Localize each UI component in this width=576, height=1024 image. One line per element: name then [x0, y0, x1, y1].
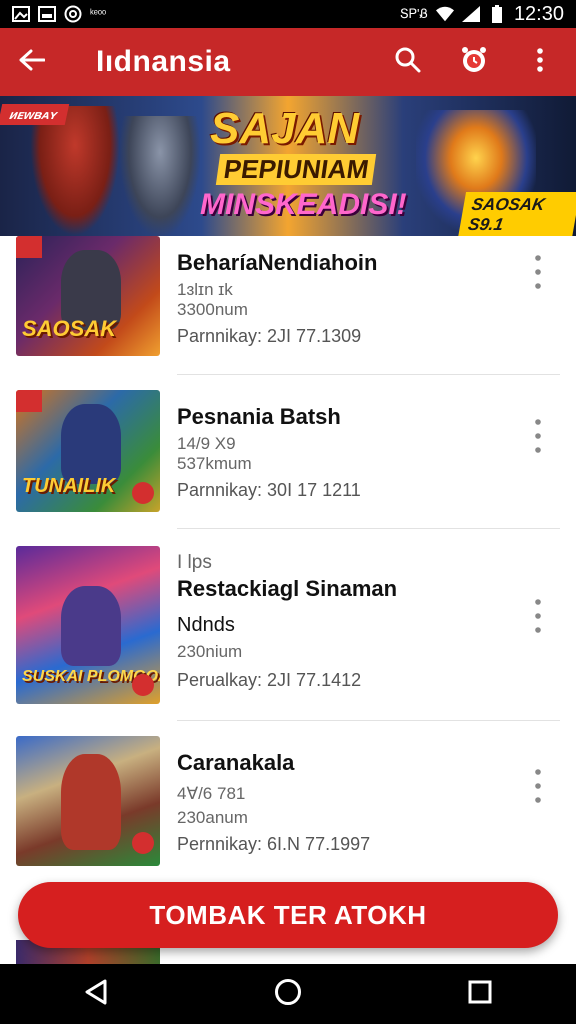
back-arrow-icon: [19, 49, 46, 76]
photo-icon: [38, 6, 56, 22]
divider: [177, 528, 560, 529]
item-meta: Pernnikay: 6I.N 77.1997: [177, 834, 371, 854]
status-clock: 12:30: [513, 2, 564, 25]
item-thumbnail: SUSKAI PLOMGOA: [16, 546, 160, 704]
alarm-button[interactable]: [452, 40, 496, 84]
more-vert-icon: [535, 418, 541, 458]
list-item[interactable]: TUNAILIK Pesnania Batsh 14/9 Χ9 537kmum …: [0, 390, 576, 530]
divider: [177, 720, 560, 721]
item-subtitle: 1ɜlɪn ɪk: [177, 280, 233, 299]
thumbnail-stamp: [132, 674, 154, 696]
item-detail: 230anum: [177, 808, 248, 827]
list-item[interactable]: SAOSAK BeharíaNendiahoin 1ɜlɪn ɪk 3300nu…: [0, 236, 576, 375]
battery-icon: [488, 5, 506, 23]
item-thumbnail: SAOSAK: [16, 236, 160, 356]
thumbnail-character: [61, 586, 121, 666]
more-menu-button[interactable]: [518, 40, 562, 84]
item-detail: 3300num: [177, 300, 248, 319]
item-title: Restackiagl Sinaman: [177, 576, 398, 601]
nav-back-button[interactable]: [66, 969, 126, 1019]
item-subtitle: 14/9 Χ9: [177, 434, 236, 453]
item-more-button[interactable]: [524, 418, 552, 458]
banner-hero-center: [120, 116, 200, 236]
search-button[interactable]: [386, 40, 430, 84]
status-bar-right: ՏᏢ'Ᏸ 12:30: [400, 3, 564, 26]
more-vert-icon: [537, 47, 543, 77]
item-thumbnail: [16, 736, 160, 866]
at-sign-icon: [64, 5, 82, 23]
wifi-icon: [435, 6, 454, 22]
thumbnail-title: TUNAILIK: [22, 475, 116, 497]
app-bar-actions: [386, 40, 562, 84]
back-button[interactable]: [10, 40, 54, 84]
item-more-button[interactable]: [524, 254, 552, 294]
item-title: BeharíaNendiahoin: [177, 250, 378, 275]
image-icon: [12, 6, 30, 22]
recents-square-icon: [468, 980, 492, 1009]
more-vert-icon: [535, 598, 541, 638]
item-thumbnail: TUNAILIK: [16, 390, 160, 512]
item-subtitle: 4Ɐ/6 781: [177, 784, 246, 803]
item-more-button[interactable]: [524, 768, 552, 808]
more-vert-icon: [535, 254, 541, 294]
cell-signal-icon: [461, 6, 480, 22]
item-meta: Perualkay: 2JI 77.1412: [177, 670, 362, 690]
thumbnail-stamp: [132, 482, 154, 504]
system-nav-bar: [0, 964, 576, 1024]
back-triangle-icon: [84, 979, 108, 1010]
home-circle-icon: [274, 978, 302, 1011]
thumbnail-ribbon: [16, 390, 42, 412]
thumbnail-stamp: [132, 832, 154, 854]
promo-banner[interactable]: ᴎᴇᴡʙᴀʏ SAJAN PEPIUNIAM MINSKEADISI! SAOS…: [0, 96, 576, 236]
banner-badge: SAOSAK S9.1: [457, 192, 576, 236]
thumbnail-ribbon: [16, 236, 42, 258]
divider: [177, 374, 560, 375]
status-bar-left: ᵏᵉᵒᵒ: [12, 5, 107, 23]
item-title: Pesnania Batsh: [177, 404, 341, 429]
item-detail: 230nium: [177, 642, 243, 661]
item-subtitle: Ndnds: [177, 614, 235, 636]
banner-hero-left: [30, 106, 120, 236]
status-bar: ᵏᵉᵒᵒ ՏᏢ'Ᏸ 12:30: [0, 0, 576, 28]
thumbnail-character: [61, 404, 121, 484]
thumbnail-character: [61, 754, 121, 850]
item-detail: 537kmum: [177, 454, 252, 473]
status-tiny-text: ᵏᵉᵒᵒ: [90, 8, 107, 20]
primary-action-button[interactable]: TOMBAK TER ATOKH: [18, 882, 558, 948]
item-more-button[interactable]: [524, 598, 552, 638]
list-item[interactable]: Caranakala 4Ɐ/6 781 230anum Pernnikay: 6…: [0, 736, 576, 868]
signal-text: ՏᏢ'Ᏸ: [399, 6, 428, 21]
thumbnail-title: SAOSAK: [22, 316, 117, 341]
alarm-icon: [459, 45, 489, 80]
banner-subheadline: PEPIUNIAM: [215, 154, 377, 185]
nav-home-button[interactable]: [258, 969, 318, 1019]
banner-tag: ᴎᴇᴡʙᴀʏ: [0, 104, 70, 125]
nav-recents-button[interactable]: [450, 969, 510, 1019]
app-bar: Iıdnansia: [0, 28, 576, 96]
item-title: Caranakala: [177, 750, 295, 775]
more-vert-icon: [535, 768, 541, 808]
list-item[interactable]: SUSKAI PLOMGOA I lps Restackiagl Sinaman…: [0, 546, 576, 721]
banner-tagline: MINSKEADISI!: [200, 188, 407, 221]
item-meta: Parnnikay: 30I 17 1211: [177, 480, 361, 500]
page-title: Iıdnansia: [96, 45, 231, 78]
item-meta: Parnnikay: 2JI 77.1309: [177, 326, 362, 346]
banner-headline: SAJAN: [210, 104, 360, 153]
item-kicker: I lps: [177, 552, 212, 573]
search-icon: [394, 46, 422, 79]
